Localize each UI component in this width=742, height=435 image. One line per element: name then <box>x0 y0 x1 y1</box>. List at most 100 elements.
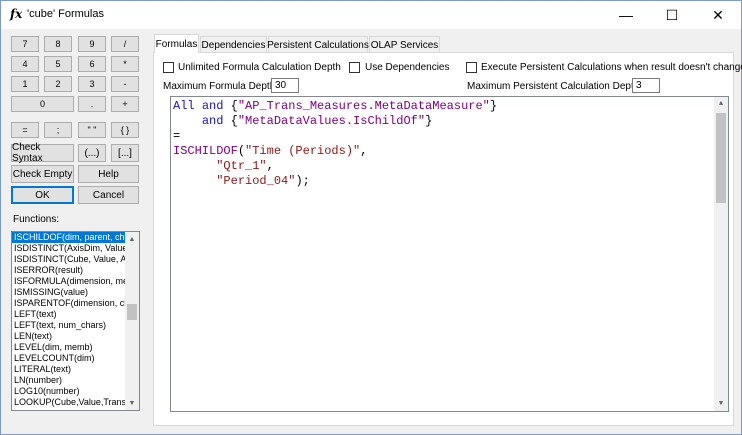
function-list-item[interactable]: ISPARENTOF(dimension, child) <box>12 298 125 309</box>
code-token: and <box>201 114 224 128</box>
tab-olap-services[interactable]: OLAP Services <box>369 36 440 53</box>
tab-dependencies[interactable]: Dependencies <box>200 36 267 53</box>
formula-code[interactable]: All and {"AP_Trans_Measures.MetaDataMeas… <box>173 99 497 189</box>
code-token: ISCHILDOF <box>173 144 238 158</box>
code-token: } <box>489 99 498 113</box>
code-token: } <box>425 114 433 128</box>
key-3[interactable]: 3 <box>78 76 106 92</box>
function-list-item[interactable]: ISMISSING(value) <box>12 287 125 298</box>
code-token: "Qtr_1" <box>216 159 267 173</box>
use-dependencies-checkbox[interactable] <box>349 62 360 73</box>
code-line: "Qtr_1", <box>173 159 497 174</box>
code-token: "Period_04" <box>216 174 296 188</box>
check-empty-button[interactable]: Check Empty <box>11 165 74 183</box>
window-title: 'cube' Formulas <box>27 8 104 20</box>
unlimited-depth-label: Unlimited Formula Calculation Depth <box>178 62 341 73</box>
key-7[interactable]: 7 <box>11 36 39 52</box>
function-list-item[interactable]: LEVELCOUNT(dim) <box>12 353 125 364</box>
use-dependencies-label: Use Dependencies <box>365 62 450 73</box>
code-line: = <box>173 129 497 144</box>
editor-scroll-down-icon[interactable]: ▼ <box>714 397 728 411</box>
key-plus[interactable]: + <box>111 96 139 112</box>
code-token: "MetaDataValues.IsChildOf" <box>237 114 426 128</box>
tab-formulas[interactable]: Formulas <box>154 34 199 53</box>
function-list-item[interactable]: ISDISTINCT(AxisDim, Value) <box>12 243 125 254</box>
functions-label: Functions: <box>13 214 60 225</box>
max-formula-depth-input[interactable]: 30 <box>271 78 299 93</box>
key-quotes[interactable]: " " <box>78 122 106 138</box>
key-8[interactable]: 8 <box>44 36 72 52</box>
max-persistent-depth-input[interactable]: 3 <box>632 78 660 93</box>
bracket-dots-button[interactable]: [...] <box>111 144 139 162</box>
check-syntax-button[interactable]: Check Syntax <box>11 142 74 164</box>
scroll-up-icon[interactable]: ▲ <box>125 232 139 246</box>
code-token: ); <box>295 174 310 188</box>
code-token: = <box>173 129 181 143</box>
code-token: ( <box>237 144 246 158</box>
code-token: "Time (Periods)" <box>245 144 361 158</box>
functions-items: ISCHILDOF(dim, parent, child) ISDISTINCT(… <box>12 232 139 408</box>
key-0[interactable]: 0 <box>11 96 74 112</box>
key-1[interactable]: 1 <box>11 76 39 92</box>
key-minus[interactable]: - <box>111 76 139 92</box>
key-semicolon[interactable]: ; <box>44 122 72 138</box>
function-list-item[interactable]: ISCHILDOF(dim, parent, child) <box>12 232 125 243</box>
code-token: All <box>173 99 195 113</box>
code-token: , <box>360 144 368 158</box>
close-button[interactable]: ✕ <box>695 1 741 29</box>
function-list-item[interactable]: ISDISTINCT(Cube, Value, Axis) <box>12 254 125 265</box>
code-token: "AP_Trans_Measures.MetaDataMeasure" <box>237 99 490 113</box>
code-line: ISCHILDOF("Time (Periods)", <box>173 144 497 159</box>
editor-scroll-up-icon[interactable]: ▲ <box>714 97 728 111</box>
function-list-item[interactable]: LEFT(text) <box>12 309 125 320</box>
function-list-item[interactable]: LEN(text) <box>12 331 125 342</box>
maximize-button[interactable]: ☐ <box>649 1 695 29</box>
ok-button[interactable]: OK <box>11 186 74 204</box>
key-2[interactable]: 2 <box>44 76 72 92</box>
function-list-item[interactable]: LEFT(text, num_chars) <box>12 320 125 331</box>
function-list-item[interactable]: LOG10(number) <box>12 386 125 397</box>
scroll-down-icon[interactable]: ▼ <box>125 396 139 410</box>
function-list-item[interactable]: LOOKUP(Cube,Value,Transl) <box>12 397 125 408</box>
key-9[interactable]: 9 <box>78 36 106 52</box>
key-equals[interactable]: = <box>11 122 39 138</box>
paren-dots-button[interactable]: (...) <box>78 144 106 162</box>
formulas-dialog: fx 'cube' Formulas — ☐ ✕ 0 . + = ; " " {… <box>0 0 742 435</box>
key-braces[interactable]: { } <box>111 122 139 138</box>
function-list-item[interactable]: LEVEL(dim, memb) <box>12 342 125 353</box>
code-token: , <box>266 159 274 173</box>
function-list-item[interactable]: ISFORMULA(dimension, member) <box>12 276 125 287</box>
tab-persistent-calculations[interactable]: Persistent Calculations <box>267 36 369 53</box>
functions-scrollbar[interactable]: ▲ ▼ <box>125 232 139 410</box>
editor-scroll-thumb[interactable] <box>716 113 726 203</box>
help-button[interactable]: Help <box>78 165 139 183</box>
unlimited-depth-checkbox[interactable] <box>163 62 174 73</box>
functions-scroll-thumb[interactable] <box>127 304 137 320</box>
max-persistent-depth-label: Maximum Persistent Calculation Depth: <box>467 81 643 92</box>
functions-list[interactable]: ISCHILDOF(dim, parent, child) ISDISTINCT(… <box>11 231 140 411</box>
key-multiply[interactable]: * <box>111 56 139 72</box>
cancel-button[interactable]: Cancel <box>78 186 139 204</box>
key-divide[interactable]: / <box>111 36 139 52</box>
function-list-item[interactable]: LITERAL(text) <box>12 364 125 375</box>
execute-persistent-checkbox[interactable] <box>466 62 477 73</box>
formula-editor[interactable]: All and {"AP_Trans_Measures.MetaDataMeas… <box>170 96 729 412</box>
key-dot[interactable]: . <box>78 96 106 112</box>
minimize-button[interactable]: — <box>603 1 649 29</box>
key-4[interactable]: 4 <box>11 56 39 72</box>
key-5[interactable]: 5 <box>44 56 72 72</box>
function-list-item[interactable]: ISERROR(result) <box>12 265 125 276</box>
title-bar[interactable]: fx 'cube' Formulas — ☐ ✕ <box>1 1 741 29</box>
code-line: All and {"AP_Trans_Measures.MetaDataMeas… <box>173 99 497 114</box>
code-token: { <box>223 114 238 128</box>
max-formula-depth-label: Maximum Formula Depth: <box>163 81 279 92</box>
function-list-item[interactable]: LN(number) <box>12 375 125 386</box>
fx-icon: fx <box>10 7 23 21</box>
editor-scrollbar[interactable]: ▲ ▼ <box>714 97 728 411</box>
key-6[interactable]: 6 <box>78 56 106 72</box>
code-line: and {"MetaDataValues.IsChildOf"} <box>173 114 497 129</box>
